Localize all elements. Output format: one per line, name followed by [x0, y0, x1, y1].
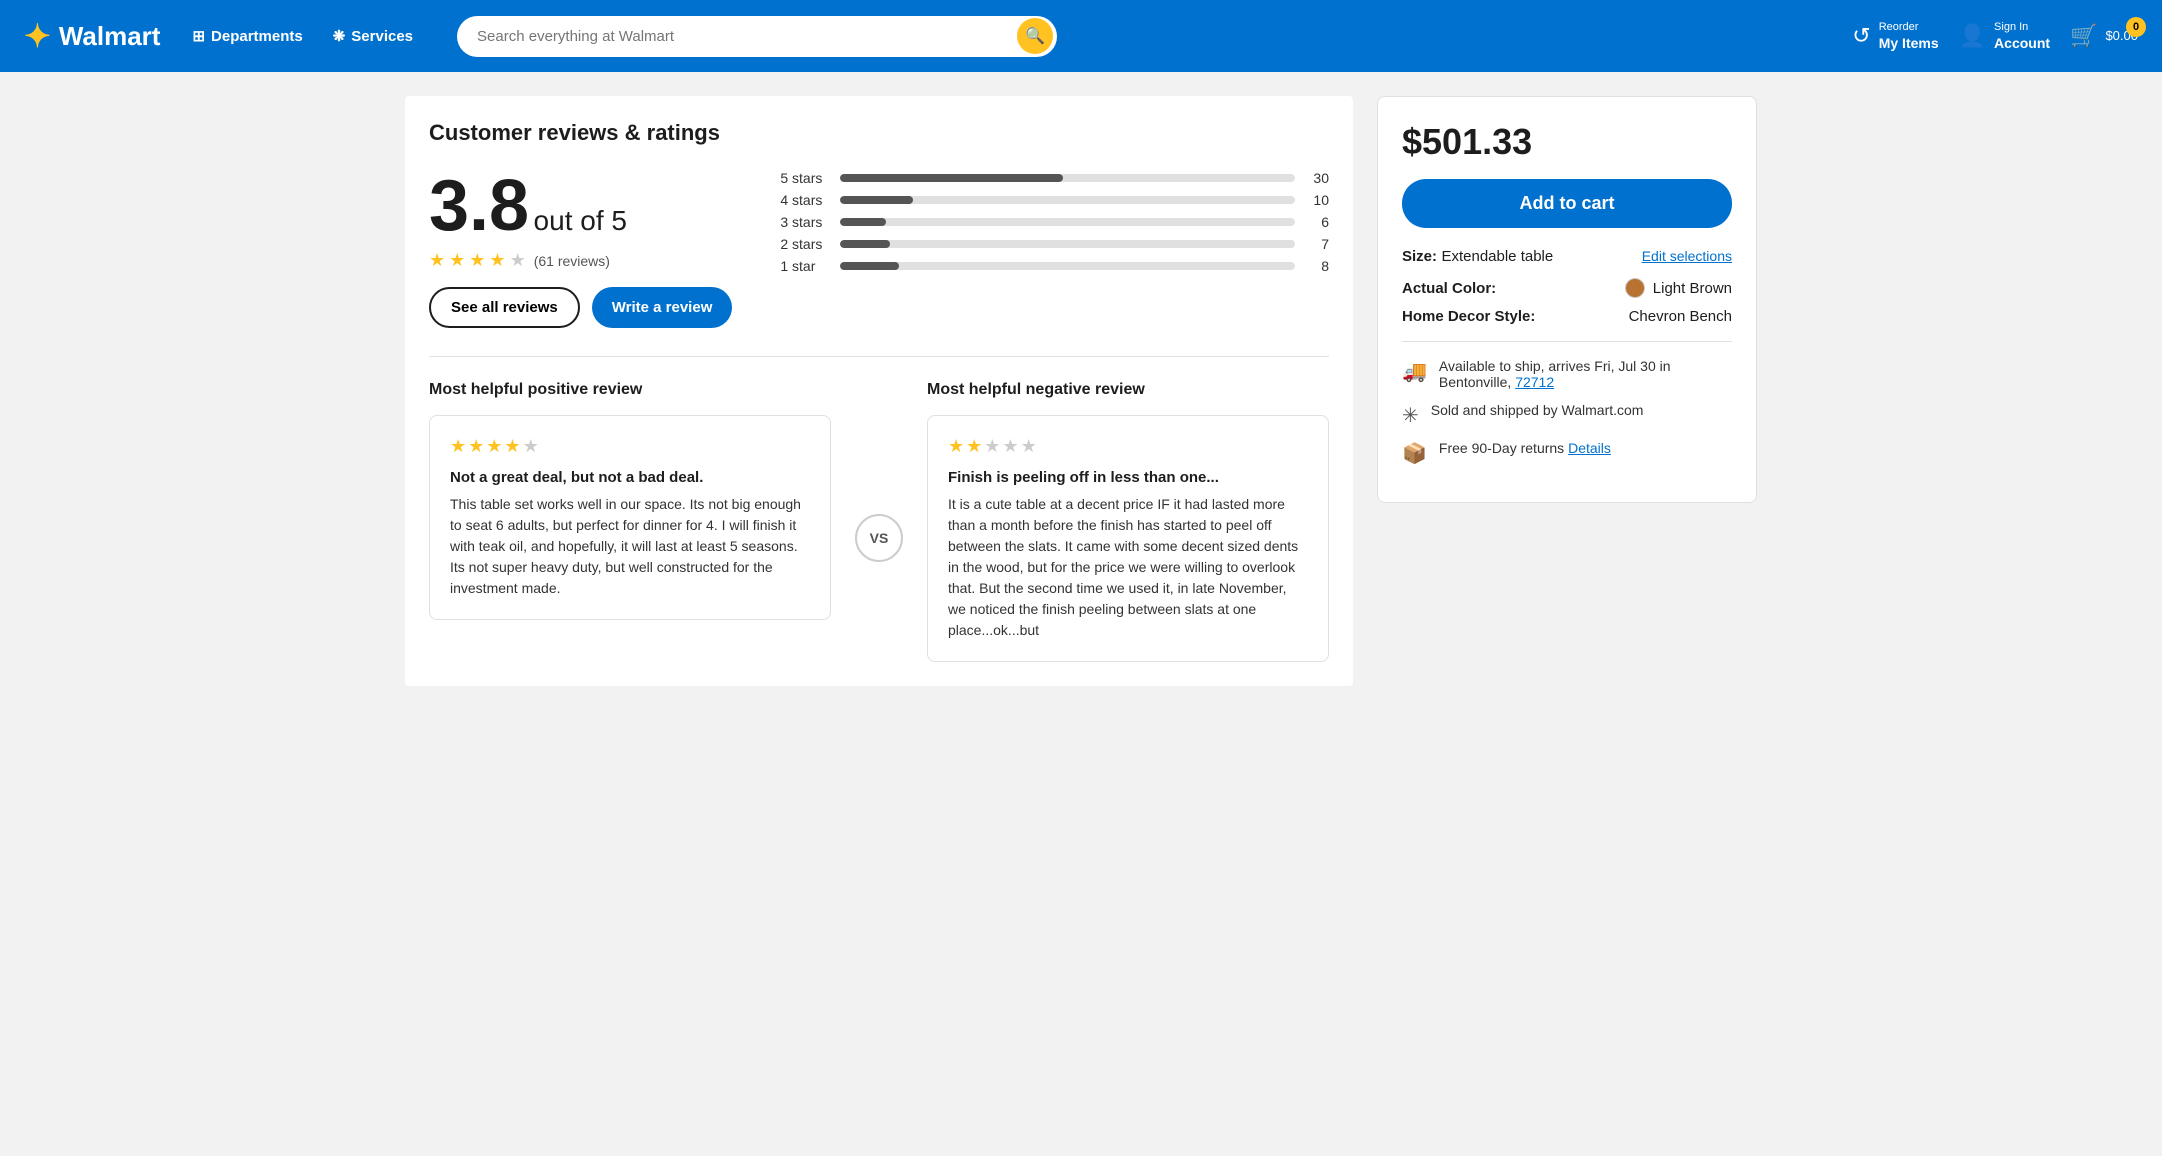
- header-actions: ↺ Reorder My Items 👤 Sign In Account 🛒 0…: [1852, 20, 2138, 52]
- review-count: (61 reviews): [534, 253, 610, 269]
- rating-stars: ★ ★ ★ ★ ★ (61 reviews): [429, 250, 732, 271]
- reorder-icon: ↺: [1852, 23, 1870, 49]
- walmart-logo[interactable]: ✦ Walmart: [24, 17, 160, 55]
- store-icon: ✳: [1402, 403, 1419, 428]
- divider: [429, 356, 1329, 357]
- reorder-action[interactable]: ↺ Reorder My Items: [1852, 20, 1938, 52]
- bar-fill-2: [840, 240, 890, 248]
- reviews-title: Customer reviews & ratings: [429, 120, 1329, 146]
- bar-track-1: [840, 262, 1295, 270]
- sold-by-row: ✳ Sold and shipped by Walmart.com: [1402, 402, 1732, 428]
- shipping-text: Available to ship, arrives Fri, Jul 30 i…: [1439, 358, 1671, 390]
- color-value: Light Brown: [1625, 278, 1732, 298]
- size-value: Extendable table: [1441, 248, 1553, 265]
- bar-row-2: 2 stars 7: [780, 236, 1329, 252]
- search-input[interactable]: [457, 16, 1057, 57]
- rating-display: 3.8 out of 5: [429, 170, 732, 242]
- bar-fill-5: [840, 174, 1063, 182]
- returns-details-link[interactable]: Details: [1568, 440, 1611, 456]
- returns-icon: 📦: [1402, 441, 1427, 466]
- see-all-reviews-button[interactable]: See all reviews: [429, 287, 580, 328]
- negative-review-stars: ★ ★ ★ ★ ★: [948, 436, 1308, 457]
- rating-summary: 3.8 out of 5 ★ ★ ★ ★ ★ (61 reviews) See …: [429, 170, 1329, 328]
- write-review-button[interactable]: Write a review: [592, 287, 733, 328]
- bar-row-1: 1 star 8: [780, 258, 1329, 274]
- star-2: ★: [449, 250, 465, 271]
- rating-out-of: out of 5: [534, 205, 627, 236]
- negative-review-headline: Finish is peeling off in less than one..…: [948, 469, 1308, 486]
- services-nav[interactable]: ❋ Services: [321, 21, 425, 51]
- cart-count-badge: 0: [2126, 17, 2146, 37]
- bar-track-2: [840, 240, 1295, 248]
- bar-track-4: [840, 196, 1295, 204]
- color-label: Actual Color:: [1402, 280, 1496, 297]
- header: ✦ Walmart ⊞ Departments ❋ Services 🔍 ↺ R…: [0, 0, 2162, 72]
- positive-review-card: ★ ★ ★ ★ ★ Not a great deal, but not a ba…: [429, 415, 831, 620]
- zip-code-link[interactable]: 72712: [1515, 374, 1554, 390]
- rating-big: 3.8 out of 5 ★ ★ ★ ★ ★ (61 reviews) See …: [429, 170, 732, 328]
- bar-row-3: 3 stars 6: [780, 214, 1329, 230]
- grid-icon: ⊞: [192, 27, 205, 45]
- search-icon: 🔍: [1025, 26, 1045, 46]
- positive-section-title: Most helpful positive review: [429, 381, 831, 399]
- negative-review-section: Most helpful negative review ★ ★ ★ ★ ★ F…: [927, 381, 1329, 662]
- search-bar: 🔍: [457, 16, 1057, 57]
- negative-section-title: Most helpful negative review: [927, 381, 1329, 399]
- style-row: Home Decor Style: Chevron Bench: [1402, 308, 1732, 325]
- bar-row-4: 4 stars 10: [780, 192, 1329, 208]
- product-panel: $501.33 Add to cart Size: Extendable tab…: [1377, 96, 1757, 503]
- edit-selections-link[interactable]: Edit selections: [1642, 248, 1732, 264]
- main-content: Customer reviews & ratings 3.8 out of 5 …: [381, 72, 1781, 710]
- shipping-row: 🚚 Available to ship, arrives Fri, Jul 30…: [1402, 358, 1732, 390]
- negative-review-body: It is a cute table at a decent price IF …: [948, 494, 1308, 641]
- bar-fill-4: [840, 196, 913, 204]
- color-swatch: [1625, 278, 1645, 298]
- star-3: ★: [469, 250, 485, 271]
- rating-number: 3.8: [429, 166, 529, 246]
- bar-fill-1: [840, 262, 899, 270]
- product-price: $501.33: [1402, 121, 1732, 163]
- search-button[interactable]: 🔍: [1017, 18, 1053, 54]
- shipping-info: 🚚 Available to ship, arrives Fri, Jul 30…: [1402, 341, 1732, 466]
- star-1: ★: [429, 250, 445, 271]
- truck-icon: 🚚: [1402, 359, 1427, 384]
- size-label: Size:: [1402, 248, 1437, 265]
- bar-track-5: [840, 174, 1295, 182]
- review-actions: See all reviews Write a review: [429, 287, 732, 328]
- star-4: ★: [489, 250, 505, 271]
- positive-review-stars: ★ ★ ★ ★ ★: [450, 436, 810, 457]
- star-5-half: ★: [510, 250, 526, 271]
- style-value: Chevron Bench: [1629, 308, 1732, 325]
- positive-review-section: Most helpful positive review ★ ★ ★ ★ ★ N…: [429, 381, 831, 662]
- account-icon: 👤: [1959, 23, 1986, 49]
- logo-text: Walmart: [59, 21, 161, 52]
- reviews-section: Customer reviews & ratings 3.8 out of 5 …: [405, 96, 1353, 686]
- spark-icon: ✦: [24, 17, 51, 55]
- sold-by-text: Sold and shipped by Walmart.com: [1431, 402, 1644, 418]
- cart-icon: 🛒: [2070, 23, 2097, 49]
- returns-text: Free 90-Day returns: [1439, 440, 1564, 456]
- main-nav: ⊞ Departments ❋ Services: [180, 21, 425, 51]
- signin-action[interactable]: 👤 Sign In Account: [1959, 20, 2050, 52]
- style-label: Home Decor Style:: [1402, 308, 1535, 325]
- vs-separator: VS: [855, 514, 903, 562]
- returns-row: 📦 Free 90-Day returns Details: [1402, 440, 1732, 466]
- departments-nav[interactable]: ⊞ Departments: [180, 21, 314, 51]
- bar-track-3: [840, 218, 1295, 226]
- services-icon: ❋: [333, 27, 346, 45]
- bar-row-5: 5 stars 30: [780, 170, 1329, 186]
- positive-review-headline: Not a great deal, but not a bad deal.: [450, 469, 810, 486]
- product-details: Size: Extendable table Edit selections A…: [1402, 248, 1732, 325]
- color-row: Actual Color: Light Brown: [1402, 278, 1732, 298]
- bar-fill-3: [840, 218, 885, 226]
- cart-action[interactable]: 🛒 0 $0.00: [2070, 23, 2138, 49]
- rating-bars: 5 stars 30 4 stars 10 3 stars: [780, 170, 1329, 280]
- add-to-cart-button[interactable]: Add to cart: [1402, 179, 1732, 228]
- positive-review-body: This table set works well in our space. …: [450, 494, 810, 599]
- helpful-reviews: Most helpful positive review ★ ★ ★ ★ ★ N…: [429, 381, 1329, 662]
- negative-review-card: ★ ★ ★ ★ ★ Finish is peeling off in less …: [927, 415, 1329, 662]
- size-row: Size: Extendable table Edit selections: [1402, 248, 1732, 266]
